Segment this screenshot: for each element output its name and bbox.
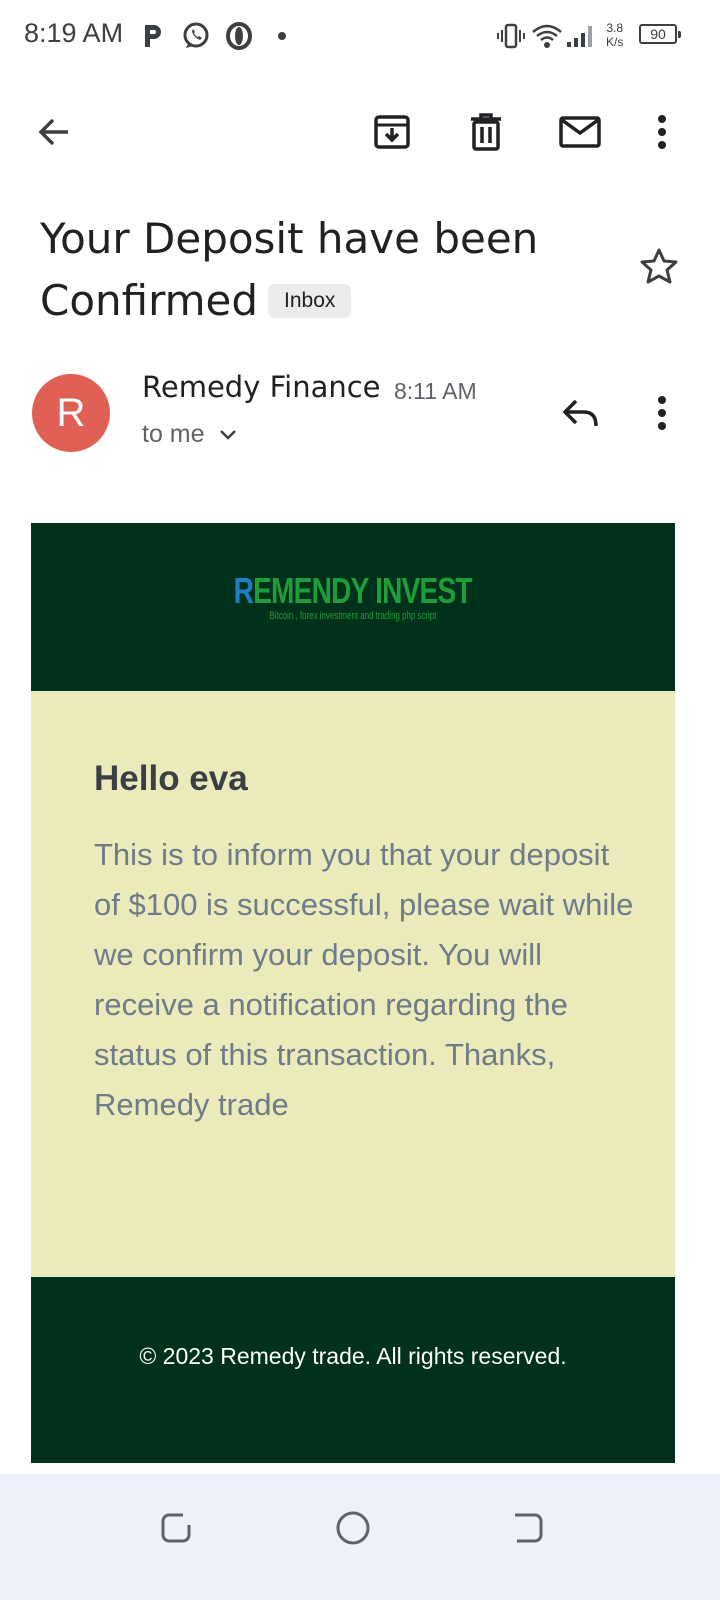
- wifi-icon: [530, 18, 564, 54]
- star-icon: [640, 248, 678, 284]
- system-navigation-bar: [0, 1474, 720, 1600]
- sender-avatar[interactable]: R: [32, 374, 110, 452]
- mark-unread-icon: [559, 116, 601, 148]
- p-app-icon: [140, 18, 166, 54]
- recipient-text: to me: [142, 420, 205, 448]
- email-subject: Your Deposit have been Confirmed Inbox: [40, 208, 600, 332]
- message-more-options-button[interactable]: [640, 388, 684, 438]
- copyright-text: © 2023 Remedy trade. All rights reserved…: [139, 1343, 567, 1369]
- back-button[interactable]: [26, 104, 82, 160]
- recipient-details-toggle[interactable]: to me: [142, 420, 237, 449]
- opera-icon: [224, 18, 254, 54]
- whatsapp-icon: [180, 18, 212, 54]
- email-footer: © 2023 Remedy trade. All rights reserved…: [31, 1277, 675, 1463]
- star-button[interactable]: [634, 242, 684, 292]
- archive-icon: [374, 115, 410, 149]
- system-back-button[interactable]: [498, 1498, 558, 1558]
- archive-button[interactable]: [364, 104, 420, 160]
- recents-button[interactable]: [146, 1498, 206, 1558]
- reply-icon: [562, 399, 598, 427]
- logo-tagline: Bitcoin , forex investment and trading p…: [269, 610, 437, 622]
- dot-icon: [274, 18, 290, 54]
- home-button[interactable]: [323, 1498, 383, 1558]
- delete-button[interactable]: [458, 104, 514, 160]
- logo-title-rest: EMENDY INVEST: [253, 570, 473, 611]
- inbox-label-chip[interactable]: Inbox: [268, 284, 352, 318]
- status-bar: 8:19 AM 3.8 K/s 90: [0, 0, 720, 72]
- email-message-panel: Hello eva This is to inform you that you…: [31, 691, 675, 1277]
- back-arrow-icon: [38, 118, 68, 146]
- network-speed: 3.8 K/s: [606, 21, 623, 49]
- email-banner: REMENDY INVEST Bitcoin , forex investmen…: [31, 523, 675, 691]
- vibrate-icon: [496, 18, 526, 54]
- delete-icon: [471, 113, 501, 151]
- sender-name: Remedy Finance: [142, 370, 381, 404]
- chevron-down-icon: [219, 429, 236, 440]
- more-options-button[interactable]: [636, 104, 688, 160]
- signal-icon: [564, 18, 596, 54]
- status-time: 8:19 AM: [24, 18, 124, 48]
- logo-title: REMENDY INVEST: [233, 570, 473, 611]
- back-icon: [515, 1513, 543, 1543]
- network-speed-unit: K/s: [606, 35, 624, 49]
- reply-button[interactable]: [556, 388, 606, 438]
- more-vert-icon: [658, 115, 666, 149]
- network-speed-value: 3.8: [606, 21, 624, 35]
- mark-unread-button[interactable]: [552, 104, 608, 160]
- message-text: This is to inform you that your deposit …: [94, 837, 634, 1122]
- more-vert-icon: [658, 396, 666, 430]
- logo-title-first: R: [233, 570, 254, 611]
- home-icon: [336, 1511, 370, 1545]
- battery-level: 90: [650, 26, 666, 42]
- recents-icon: [161, 1513, 191, 1543]
- remedy-invest-logo: REMENDY INVEST Bitcoin , forex investmen…: [31, 571, 675, 623]
- email-toolbar: [0, 92, 720, 172]
- battery-indicator: 90: [639, 24, 681, 44]
- greeting: Hello eva: [94, 759, 248, 798]
- email-time: 8:11 AM: [394, 378, 477, 404]
